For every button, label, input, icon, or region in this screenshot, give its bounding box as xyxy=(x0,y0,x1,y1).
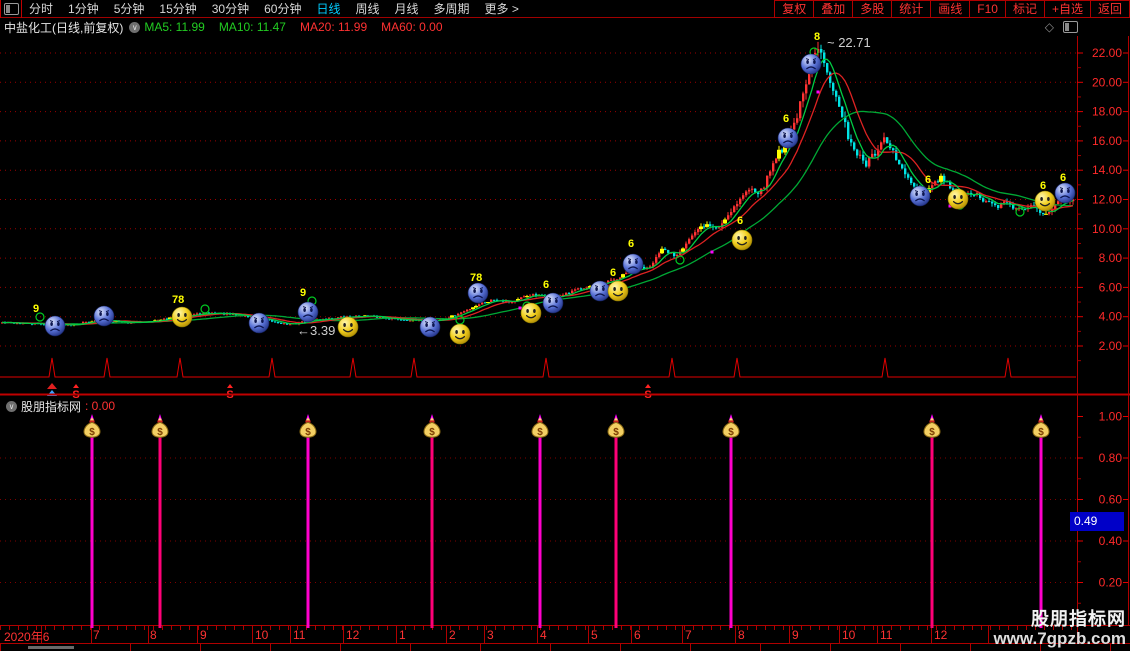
svg-text:6: 6 xyxy=(543,279,549,291)
svg-text:2.00: 2.00 xyxy=(1099,339,1123,353)
svg-text:6: 6 xyxy=(628,238,634,250)
svg-text:~ 22.71: ~ 22.71 xyxy=(827,35,871,50)
money-bag-icon xyxy=(722,417,740,439)
candlesticks xyxy=(1,41,1075,327)
indicator-title-row: ∨ 股朋指标网 : 0.00 xyxy=(0,399,116,414)
svg-text:6: 6 xyxy=(925,174,931,186)
sad-face-icon xyxy=(589,280,611,302)
sad-face-icon xyxy=(44,315,66,337)
indicator-bars xyxy=(83,414,1050,628)
money-bag-icon xyxy=(299,417,317,439)
svg-text:6: 6 xyxy=(1040,180,1046,192)
happy-face-icon xyxy=(520,302,542,324)
frame-lines xyxy=(0,36,1130,643)
sad-face-icon xyxy=(93,305,115,327)
sad-face-icon xyxy=(467,282,489,304)
sad-face-icon xyxy=(800,53,822,75)
axis-text: 22.00 20.00 18.00 16.00 14.00 12.00 10.00 8.00 6… xyxy=(1092,46,1122,590)
svg-text:16.00: 16.00 xyxy=(1092,134,1122,148)
svg-text:6: 6 xyxy=(737,215,743,227)
happy-face-icon xyxy=(731,229,753,251)
sad-face-icon xyxy=(622,253,644,275)
money-bag-icon xyxy=(607,417,625,439)
watermark-url: www.7gpzb.com xyxy=(993,629,1126,648)
indicator-value: : 0.00 xyxy=(85,399,116,413)
svg-text:6: 6 xyxy=(1060,172,1066,184)
candlestick-chart-canvas[interactable]: $978978666668666~ 22.71←3.39SSS22.0020.0… xyxy=(0,0,1130,650)
collapse-indicator-icon[interactable]: ∨ xyxy=(6,400,17,412)
indicator-name: 股朋指标网 xyxy=(21,399,82,414)
current-value-badge: 0.49 xyxy=(1070,512,1124,531)
svg-text:12.00: 12.00 xyxy=(1092,193,1122,207)
signal-glyphs xyxy=(35,47,1025,325)
happy-face-icon xyxy=(1034,190,1056,212)
svg-text:0.40: 0.40 xyxy=(1099,534,1123,548)
svg-text:22.00: 22.00 xyxy=(1092,46,1122,60)
money-bag-icon xyxy=(1032,417,1050,439)
svg-text:14.00: 14.00 xyxy=(1092,163,1122,177)
sad-face-icon xyxy=(297,301,319,323)
svg-text:0.20: 0.20 xyxy=(1099,576,1123,590)
sad-face-icon xyxy=(419,316,441,338)
svg-text:6: 6 xyxy=(610,267,616,279)
svg-text:6: 6 xyxy=(783,113,789,125)
svg-text:78: 78 xyxy=(172,294,184,306)
svg-text:20.00: 20.00 xyxy=(1092,75,1122,89)
emoji-markers: 9 78 9 78 6 6 6 6 6 8 6 6 6 xyxy=(33,31,1076,345)
svg-text:8.00: 8.00 xyxy=(1099,251,1123,265)
svg-text:←3.39: ←3.39 xyxy=(297,323,335,338)
sad-face-icon xyxy=(777,127,799,149)
happy-face-icon xyxy=(947,188,969,210)
svg-text:10.00: 10.00 xyxy=(1092,222,1122,236)
watermark-site-name: 股朋指标网 xyxy=(1031,609,1126,629)
sad-face-icon xyxy=(909,185,931,207)
svg-text:18.00: 18.00 xyxy=(1092,105,1122,119)
money-bag-icon xyxy=(151,417,169,439)
svg-text:78: 78 xyxy=(470,272,482,284)
svg-text:1.00: 1.00 xyxy=(1099,410,1123,424)
sad-face-icon xyxy=(248,312,270,334)
money-bag-icon xyxy=(423,417,441,439)
watermark: 股朋指标网 www.7gpzb.com xyxy=(993,609,1126,649)
happy-face-icon xyxy=(607,280,629,302)
svg-text:9: 9 xyxy=(300,287,306,299)
svg-text:6.00: 6.00 xyxy=(1099,280,1123,294)
svg-text:8: 8 xyxy=(814,31,820,43)
sad-face-icon xyxy=(542,292,564,314)
money-bag-icon xyxy=(923,417,941,439)
happy-face-icon xyxy=(171,306,193,328)
svg-text:4.00: 4.00 xyxy=(1099,310,1123,324)
money-bag-icon xyxy=(83,417,101,439)
sad-face-icon xyxy=(1054,182,1076,204)
happy-face-icon xyxy=(337,316,359,338)
happy-face-icon xyxy=(449,323,471,345)
svg-text:0.80: 0.80 xyxy=(1099,451,1123,465)
svg-text:0.60: 0.60 xyxy=(1099,493,1123,507)
svg-text:9: 9 xyxy=(33,303,39,315)
money-bag-icon xyxy=(531,417,549,439)
